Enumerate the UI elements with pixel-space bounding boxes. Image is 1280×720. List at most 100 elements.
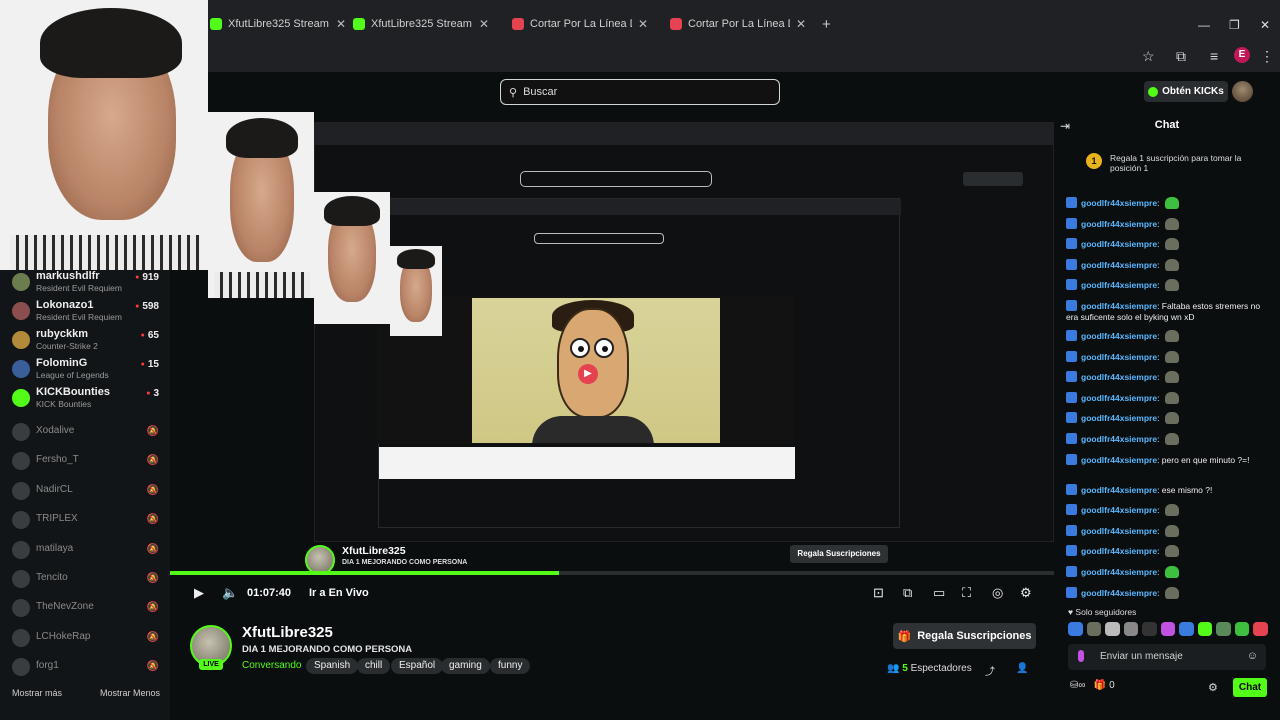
chat-username[interactable]: goodlfr44xsiempre [1081, 588, 1157, 598]
tag-pill[interactable]: chill [357, 658, 391, 674]
subtitle-icon[interactable]: ⊡ [873, 585, 884, 601]
quality-icon[interactable]: ◎ [992, 585, 1003, 601]
tab-close-icon[interactable]: ✕ [479, 17, 489, 31]
browser-tab[interactable]: XfutLibre325 Stream - Watch Li✕ [200, 8, 356, 40]
maximize-icon[interactable]: ❐ [1229, 18, 1240, 32]
sidebar-channel-live[interactable]: FolominGLeague of Legends 15 [10, 357, 165, 381]
emote-icon[interactable] [1253, 622, 1269, 636]
tab-close-icon[interactable]: ✕ [638, 17, 648, 31]
chat-username[interactable]: goodlfr44xsiempre [1081, 372, 1157, 382]
chat-message[interactable]: goodlfr44xsiempre: [1066, 258, 1272, 271]
chat-username[interactable]: goodlfr44xsiempre [1081, 546, 1157, 556]
chat-username[interactable]: goodlfr44xsiempre [1081, 280, 1157, 290]
chat-send-button[interactable]: Chat [1233, 678, 1267, 697]
sidebar-channel-offline[interactable]: Tencito 🔕 [10, 567, 165, 591]
tag-pill[interactable]: funny [490, 658, 531, 674]
chat-message[interactable]: goodlfr44xsiempre: [1066, 217, 1272, 230]
new-tab-button[interactable]: + [822, 16, 831, 33]
chat-username[interactable]: goodlfr44xsiempre [1081, 198, 1157, 208]
sidebar-channel-offline[interactable]: forg1 🔕 [10, 655, 165, 679]
media-icon[interactable]: ≡ [1210, 48, 1218, 64]
chat-message[interactable]: goodlfr44xsiempre: [1066, 197, 1272, 209]
browser-tab[interactable]: Cortar Por La Línea De Puntos ✕ [660, 8, 816, 40]
show-more-link[interactable]: Mostrar más [12, 688, 62, 698]
chat-username[interactable]: goodlfr44xsiempre [1081, 505, 1157, 515]
chat-message[interactable]: goodlfr44xsiempre: ese mismo ?! [1066, 483, 1272, 496]
emote-icon[interactable] [1179, 622, 1194, 636]
tag-pill[interactable]: Spanish [306, 658, 359, 674]
chat-username[interactable]: goodlfr44xsiempre [1081, 260, 1157, 270]
follow-user-icon[interactable]: 👤 [1016, 663, 1028, 674]
emote-icon[interactable] [1216, 622, 1231, 636]
chat-message[interactable]: goodlfr44xsiempre: [1066, 371, 1272, 384]
search-input[interactable]: ⚲ Buscar [500, 79, 780, 105]
close-window-icon[interactable]: ✕ [1260, 18, 1270, 32]
chat-message[interactable]: goodlfr44xsiempre: [1066, 545, 1272, 558]
chat-message[interactable]: goodlfr44xsiempre: [1066, 586, 1272, 599]
emote-icon[interactable] [1086, 622, 1102, 636]
emote-icon[interactable] [1160, 622, 1176, 636]
tab-close-icon[interactable]: ✕ [796, 17, 806, 31]
gift-subs-button[interactable]: 🎁 Regala Suscripciones [893, 623, 1036, 649]
user-avatar[interactable] [1232, 81, 1253, 102]
chat-username[interactable]: goodlfr44xsiempre [1081, 301, 1157, 311]
get-kicks-button[interactable]: Obtén KICKs [1144, 81, 1228, 102]
chat-message[interactable]: goodlfr44xsiempre: [1066, 391, 1272, 404]
chat-username[interactable]: goodlfr44xsiempre [1081, 413, 1157, 423]
chat-username[interactable]: goodlfr44xsiempre [1081, 434, 1157, 444]
chat-username[interactable]: goodlfr44xsiempre [1081, 331, 1157, 341]
tag-pill[interactable]: gaming [441, 658, 490, 674]
extensions-icon[interactable]: ⧉ [1176, 48, 1186, 65]
video-progress-bar[interactable] [170, 571, 1054, 575]
play-icon[interactable]: ▶ [578, 364, 598, 384]
chat-username[interactable]: goodlfr44xsiempre [1081, 567, 1157, 577]
show-less-link[interactable]: Mostrar Menos [100, 688, 160, 698]
emote-icon[interactable] [1142, 622, 1157, 636]
fullscreen-icon[interactable]: ⛶ [962, 585, 971, 601]
sidebar-channel-live[interactable]: rubyckkmCounter-Strike 2 65 [10, 328, 165, 352]
chat-message[interactable]: goodlfr44xsiempre: [1066, 238, 1272, 251]
chat-message[interactable]: goodlfr44xsiempre: [1066, 566, 1272, 578]
chat-username[interactable]: goodlfr44xsiempre [1081, 352, 1157, 362]
emote-icon[interactable] [1105, 622, 1120, 636]
tag-pill[interactable]: Español [391, 658, 444, 674]
chat-settings-icon[interactable]: ⚙ [1208, 681, 1218, 694]
emote-icon[interactable] [1068, 622, 1083, 636]
emote-icon[interactable] [1123, 622, 1139, 636]
chat-username[interactable]: goodlfr44xsiempre [1081, 239, 1157, 249]
sidebar-channel-offline[interactable]: LCHokeRap 🔕 [10, 626, 165, 650]
chat-message[interactable]: goodlfr44xsiempre: [1066, 279, 1272, 292]
chat-message[interactable]: goodlfr44xsiempre: [1066, 350, 1272, 363]
chat-username[interactable]: goodlfr44xsiempre [1081, 393, 1157, 403]
sidebar-channel-offline[interactable]: Xodalive 🔕 [10, 420, 165, 444]
emote-icon[interactable] [1234, 622, 1250, 636]
menu-kebab-icon[interactable]: ⋮ [1260, 48, 1274, 65]
bookmark-star-icon[interactable]: ☆ [1142, 48, 1155, 65]
theater-icon[interactable]: ▭ [933, 585, 945, 601]
browser-tab[interactable]: XfutLibre325 Stream - Kick Do ✕ [343, 8, 499, 40]
pip-icon[interactable]: ⧉ [903, 585, 912, 601]
share-icon[interactable]: ⤴ [985, 663, 995, 678]
category-link[interactable]: Conversando [242, 660, 301, 671]
sidebar-channel-offline[interactable]: NadirCL 🔕 [10, 479, 165, 503]
chat-message[interactable]: goodlfr44xsiempre: [1066, 504, 1272, 517]
sidebar-channel-live[interactable]: Lokonazo1Resident Evil Requiem 598 [10, 299, 165, 323]
pinned-gift-banner[interactable]: 1 Regala 1 suscripción para tomar la pos… [1086, 151, 1266, 179]
chat-message[interactable]: goodlfr44xsiempre: [1066, 412, 1272, 425]
chat-message[interactable]: goodlfr44xsiempre: pero en que minuto ?=… [1066, 453, 1272, 466]
sidebar-channel-offline[interactable]: Fersho_T 🔕 [10, 449, 165, 473]
emoji-icon[interactable]: ☺ [1247, 650, 1258, 662]
browser-tab[interactable]: Cortar Por La Línea De Puntos ✕ [502, 8, 658, 40]
chat-message[interactable]: goodlfr44xsiempre: [1066, 524, 1272, 537]
settings-gear-icon[interactable]: ⚙ [1020, 585, 1032, 601]
chat-username[interactable]: goodlfr44xsiempre [1081, 526, 1157, 536]
sidebar-channel-offline[interactable]: TheNevZone 🔕 [10, 596, 165, 620]
sidebar-channel-offline[interactable]: TRIPLEX 🔕 [10, 508, 165, 532]
play-pause-icon[interactable]: ▶ [194, 585, 204, 601]
sidebar-channel-live[interactable]: KICKBountiesKICK Bounties 3 [10, 386, 165, 410]
chat-message[interactable]: goodlfr44xsiempre: Faltaba estos stremer… [1066, 300, 1272, 323]
emote-icon[interactable] [1197, 622, 1213, 636]
profile-avatar[interactable]: E [1234, 47, 1250, 63]
chat-message[interactable]: goodlfr44xsiempre: [1066, 330, 1272, 342]
sidebar-channel-offline[interactable]: matilaya 🔕 [10, 538, 165, 562]
